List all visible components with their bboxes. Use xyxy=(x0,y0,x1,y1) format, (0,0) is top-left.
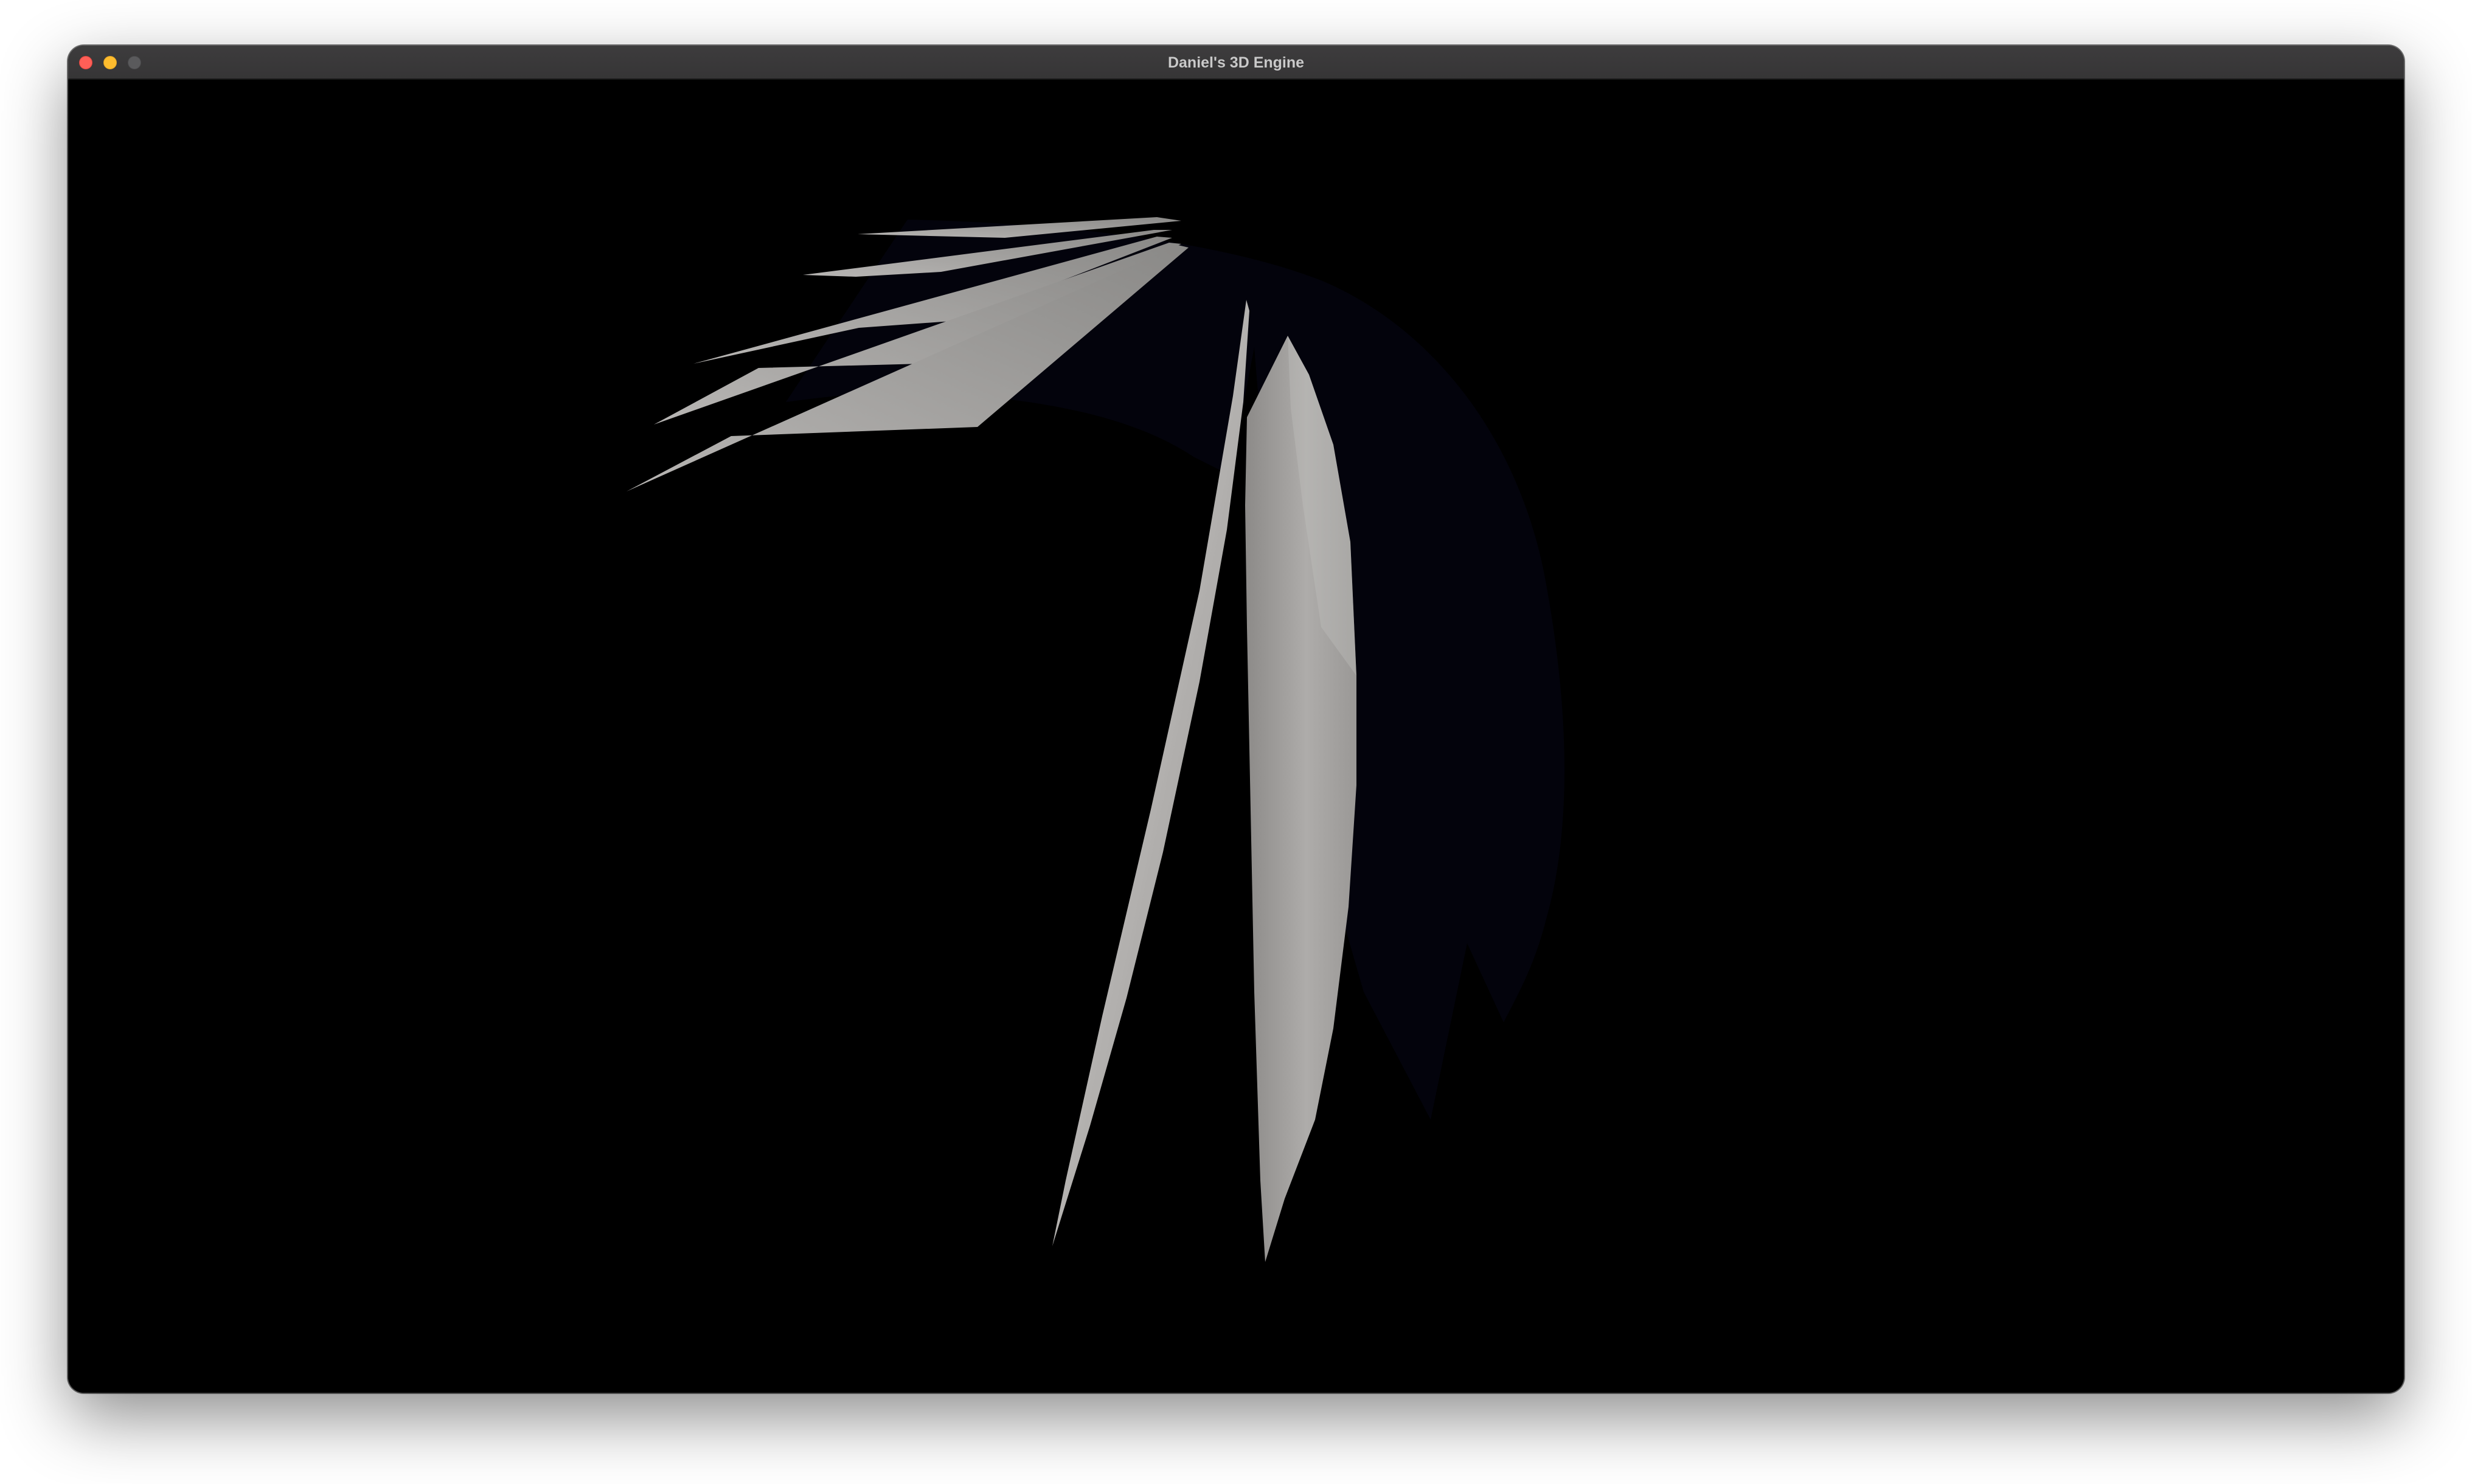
app-window: Daniel's 3D Engine xyxy=(68,46,2404,1393)
scene-canvas xyxy=(627,217,1564,1262)
render-viewport[interactable] xyxy=(68,80,2404,1393)
window-title: Daniel's 3D Engine xyxy=(1167,54,1305,71)
title-bar[interactable]: Daniel's 3D Engine xyxy=(68,46,2404,80)
